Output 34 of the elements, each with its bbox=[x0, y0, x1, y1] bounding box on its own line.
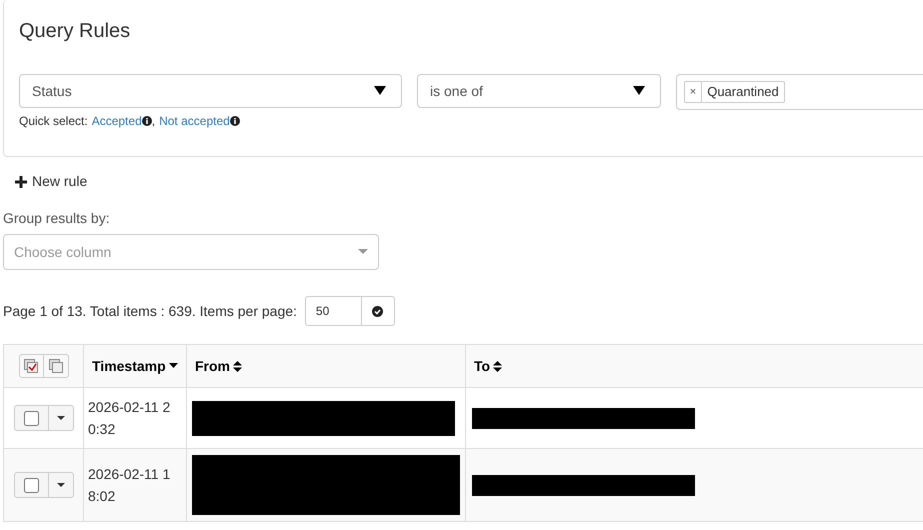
caret-icon bbox=[56, 483, 64, 487]
group-by-label: Group results by: bbox=[3, 209, 111, 228]
caret-icon bbox=[358, 249, 368, 255]
caret-icon bbox=[374, 86, 386, 96]
timestamp-text: 2026-02-11 20:32 bbox=[88, 398, 172, 439]
pagination-summary: Page 1 of 13. Total items : 639. Items per page: bbox=[3, 302, 297, 321]
values-field[interactable]: × Quarantined bbox=[676, 74, 923, 110]
sort-descending-icon bbox=[168, 363, 178, 369]
remove-tag-button[interactable]: × bbox=[684, 82, 702, 102]
copy-box-icon bbox=[48, 359, 62, 373]
column-header[interactable]: To bbox=[474, 356, 502, 376]
checked-box-icon bbox=[24, 359, 38, 373]
quick-select-link[interactable]: Accepted bbox=[92, 112, 142, 130]
column-header[interactable]: From bbox=[195, 356, 242, 376]
per-page-field[interactable]: 50 bbox=[304, 296, 395, 326]
tag-label: Quarantined bbox=[706, 83, 780, 102]
sort-icon bbox=[493, 360, 502, 372]
new-rule-button[interactable]: New rule bbox=[15, 171, 88, 192]
info-icon bbox=[142, 116, 152, 126]
quick-select-label: Quick select: bbox=[19, 113, 88, 130]
check-circle-icon bbox=[372, 306, 384, 316]
field-dropdown[interactable]: Status bbox=[19, 74, 402, 108]
operator-dropdown[interactable]: is one of bbox=[417, 74, 661, 108]
separator-comma: , bbox=[152, 113, 156, 130]
caret-icon bbox=[632, 86, 645, 96]
panel-title: Query Rules bbox=[19, 19, 132, 44]
sort-icon bbox=[233, 360, 242, 372]
quick-select-link[interactable]: Not accepted bbox=[159, 112, 230, 130]
caret-icon bbox=[56, 416, 64, 420]
row-checkbox[interactable] bbox=[24, 478, 38, 492]
timestamp-text: 2026-02-11 18:02 bbox=[88, 465, 172, 506]
row-checkbox[interactable] bbox=[24, 410, 38, 426]
info-icon bbox=[230, 116, 240, 126]
plus-icon bbox=[15, 176, 27, 188]
